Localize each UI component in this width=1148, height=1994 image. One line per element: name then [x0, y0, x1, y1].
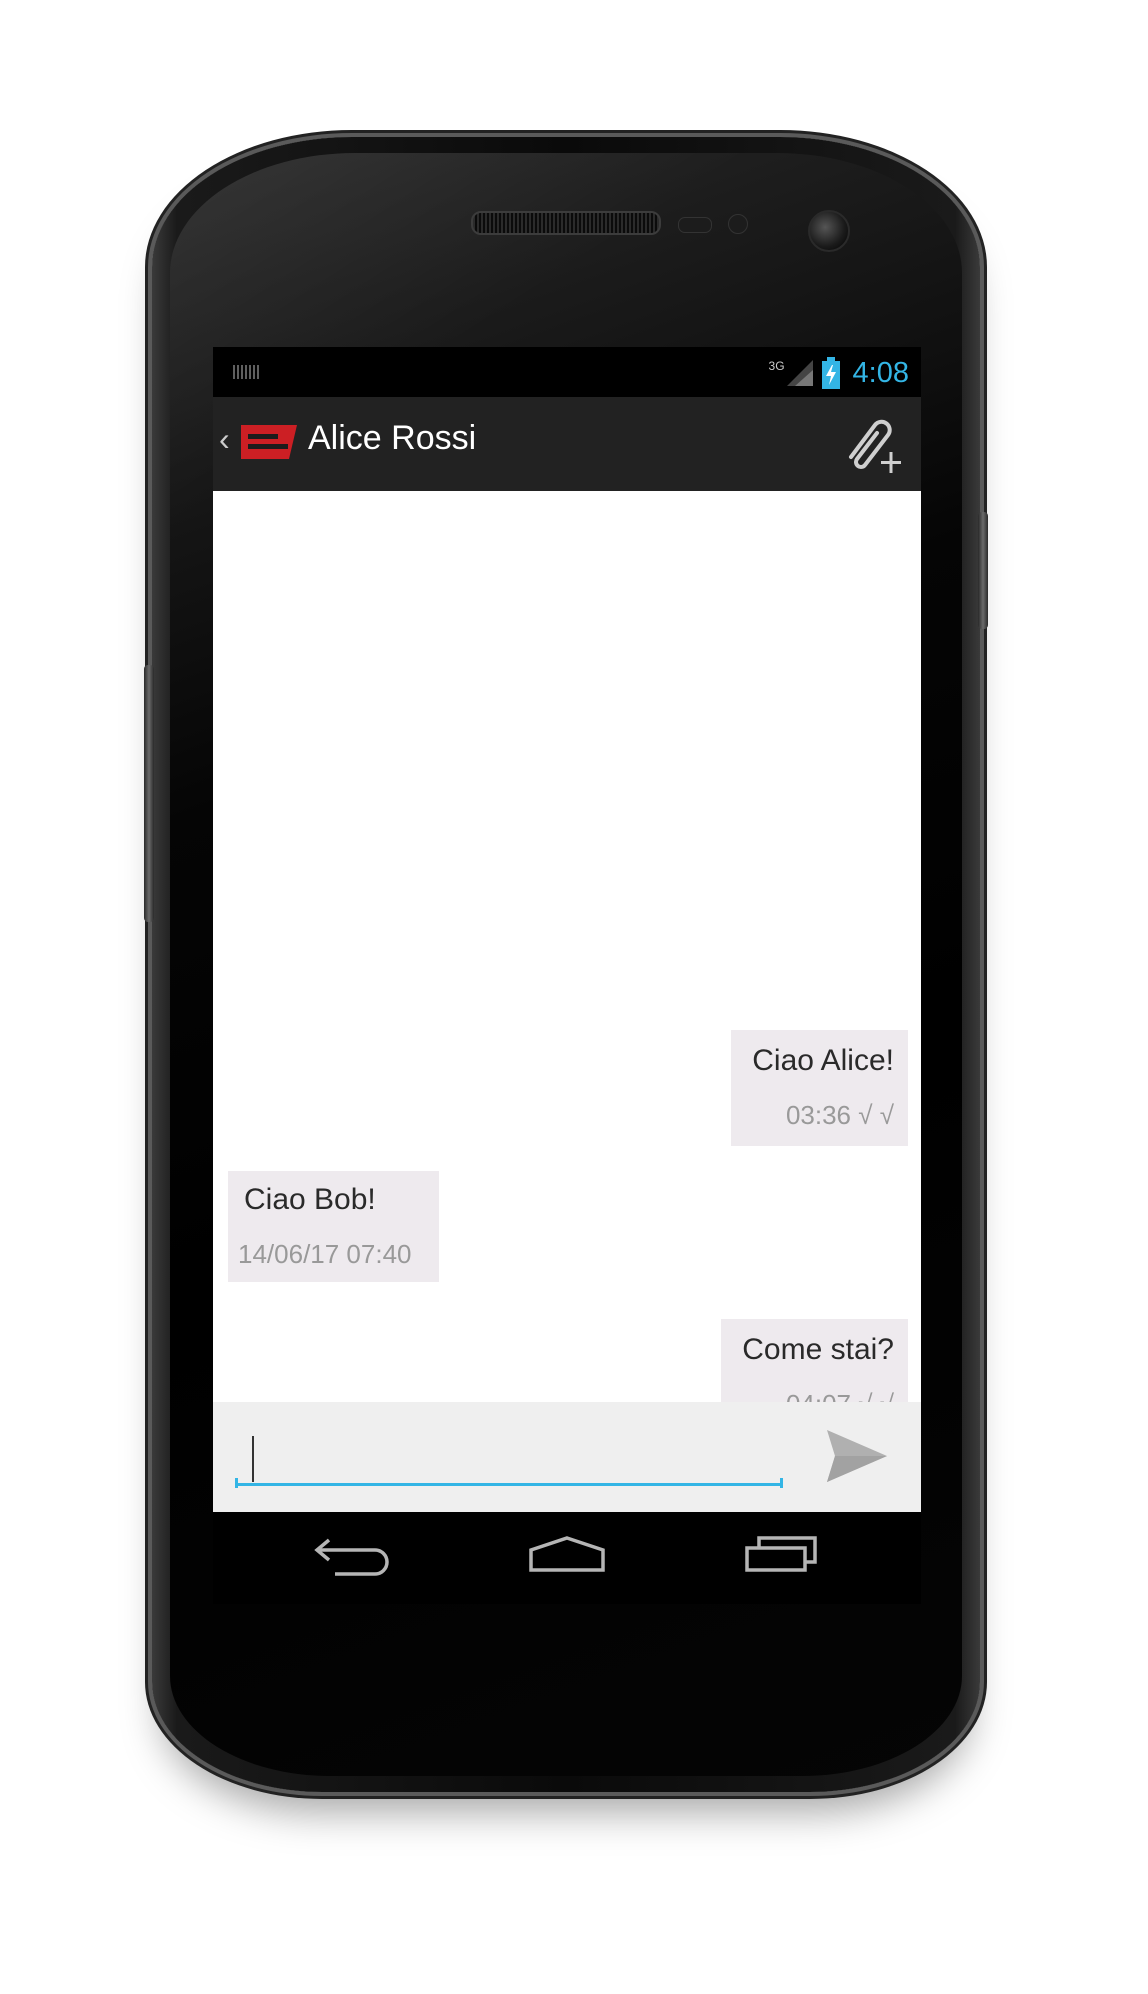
back-icon[interactable] — [297, 1526, 397, 1586]
input-underline-edge — [780, 1478, 783, 1488]
keyboard-icon — [233, 365, 261, 379]
status-clock: 4:08 — [852, 356, 909, 389]
status-icons: 3G 4:08 — [769, 353, 909, 393]
network-type: 3G — [768, 359, 785, 373]
signal-icon — [786, 360, 813, 386]
message-timestamp: 03:36 √ √ — [785, 1100, 894, 1130]
message-text: Ciao Alice! — [752, 1044, 894, 1077]
earpiece-speaker — [471, 211, 661, 235]
message-bubble-outgoing[interactable]: Ciao Alice! 03:36 √ √ — [731, 1030, 908, 1146]
navigation-bar — [213, 1512, 921, 1604]
screen: 3G 4:08 ‹ Alice Rossi Ciao Alice! 03:36 … — [213, 347, 921, 1604]
message-text: Ciao Bob! — [244, 1183, 376, 1216]
recents-icon[interactable] — [731, 1526, 831, 1586]
status-bar: 3G 4:08 — [213, 347, 921, 397]
send-icon[interactable] — [821, 1420, 893, 1492]
message-list[interactable]: Ciao Alice! 03:36 √ √ Ciao Bob! 14/06/17… — [213, 491, 921, 1435]
input-underline-edge — [235, 1478, 238, 1488]
conversation-title: Alice Rossi — [308, 419, 477, 457]
front-camera — [808, 210, 850, 252]
home-icon[interactable] — [517, 1526, 617, 1586]
attach-add-icon[interactable] — [837, 411, 903, 477]
message-text: Come stai? — [742, 1333, 894, 1366]
text-cursor — [252, 1436, 254, 1482]
message-bubble-incoming[interactable]: Ciao Bob! 14/06/17 07:40 — [228, 1171, 439, 1282]
app-logo[interactable] — [241, 425, 297, 459]
message-timestamp: 14/06/17 07:40 — [238, 1239, 412, 1269]
chevron-left-icon[interactable]: ‹ — [219, 421, 230, 458]
power-button — [978, 512, 988, 629]
light-sensor — [728, 214, 748, 234]
proximity-sensor — [678, 217, 712, 233]
message-composer — [213, 1402, 921, 1512]
message-input[interactable] — [235, 1424, 783, 1486]
action-bar: ‹ Alice Rossi — [213, 397, 921, 494]
battery-charging-icon — [821, 357, 840, 389]
volume-button — [144, 665, 154, 922]
